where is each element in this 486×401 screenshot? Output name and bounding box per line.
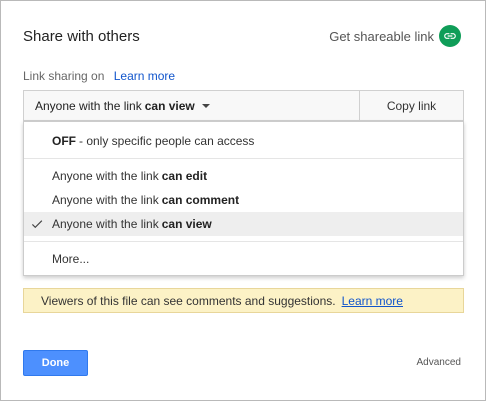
menu-item-prefix: Anyone with the link bbox=[52, 217, 159, 231]
menu-item-bold: can comment bbox=[161, 193, 240, 207]
link-sharing-label: Link sharing on bbox=[23, 69, 105, 83]
menu-item-bold: can edit bbox=[161, 169, 208, 183]
advanced-link[interactable]: Advanced bbox=[417, 357, 461, 368]
get-shareable-link-button[interactable]: Get shareable link bbox=[329, 25, 461, 47]
get-shareable-link-label: Get shareable link bbox=[329, 28, 434, 44]
menu-item-off-label: - only specific people can access bbox=[79, 134, 255, 148]
access-menu: OFF - only specific people can access An… bbox=[23, 121, 464, 276]
link-access-dropdown[interactable]: Anyone with the link can view bbox=[23, 90, 359, 121]
menu-item-can-view[interactable]: Anyone with the link can view bbox=[24, 212, 463, 236]
dropdown-prefix: Anyone with the link bbox=[35, 98, 142, 113]
menu-separator bbox=[24, 241, 463, 242]
menu-item-can-edit[interactable]: Anyone with the link can edit bbox=[24, 164, 463, 188]
learn-more-link[interactable]: Learn more bbox=[114, 69, 175, 83]
copy-link-button[interactable]: Copy link bbox=[359, 90, 464, 121]
share-dialog: Share with others Get shareable link Lin… bbox=[0, 0, 486, 401]
done-button[interactable]: Done bbox=[23, 350, 88, 376]
checkmark-icon bbox=[31, 220, 43, 229]
menu-item-prefix: Anyone with the link bbox=[52, 169, 159, 183]
dropdown-value: can view bbox=[144, 98, 195, 113]
caret-down-icon bbox=[201, 103, 210, 108]
menu-item-bold: can view bbox=[161, 217, 212, 231]
info-learn-more-link[interactable]: Learn more bbox=[342, 294, 403, 308]
link-sharing-status: Link sharing on Learn more bbox=[23, 69, 175, 83]
info-banner: Viewers of this file can see comments an… bbox=[23, 288, 464, 313]
menu-separator bbox=[24, 158, 463, 159]
dialog-title: Share with others bbox=[23, 28, 140, 45]
info-text: Viewers of this file can see comments an… bbox=[41, 293, 336, 308]
link-icon[interactable] bbox=[439, 25, 461, 47]
menu-item-prefix: Anyone with the link bbox=[52, 193, 159, 207]
menu-item-can-comment[interactable]: Anyone with the link can comment bbox=[24, 188, 463, 212]
menu-item-off[interactable]: OFF - only specific people can access bbox=[24, 129, 463, 153]
menu-item-more[interactable]: More... bbox=[24, 247, 463, 271]
menu-item-off-bold: OFF bbox=[52, 134, 76, 148]
